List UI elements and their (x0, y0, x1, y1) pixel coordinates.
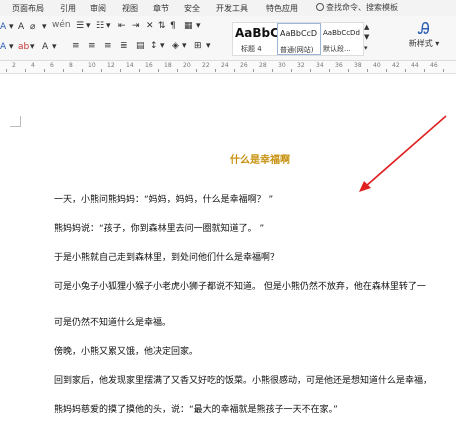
annotation-arrow (359, 115, 447, 192)
arrow-shaft (365, 115, 447, 187)
